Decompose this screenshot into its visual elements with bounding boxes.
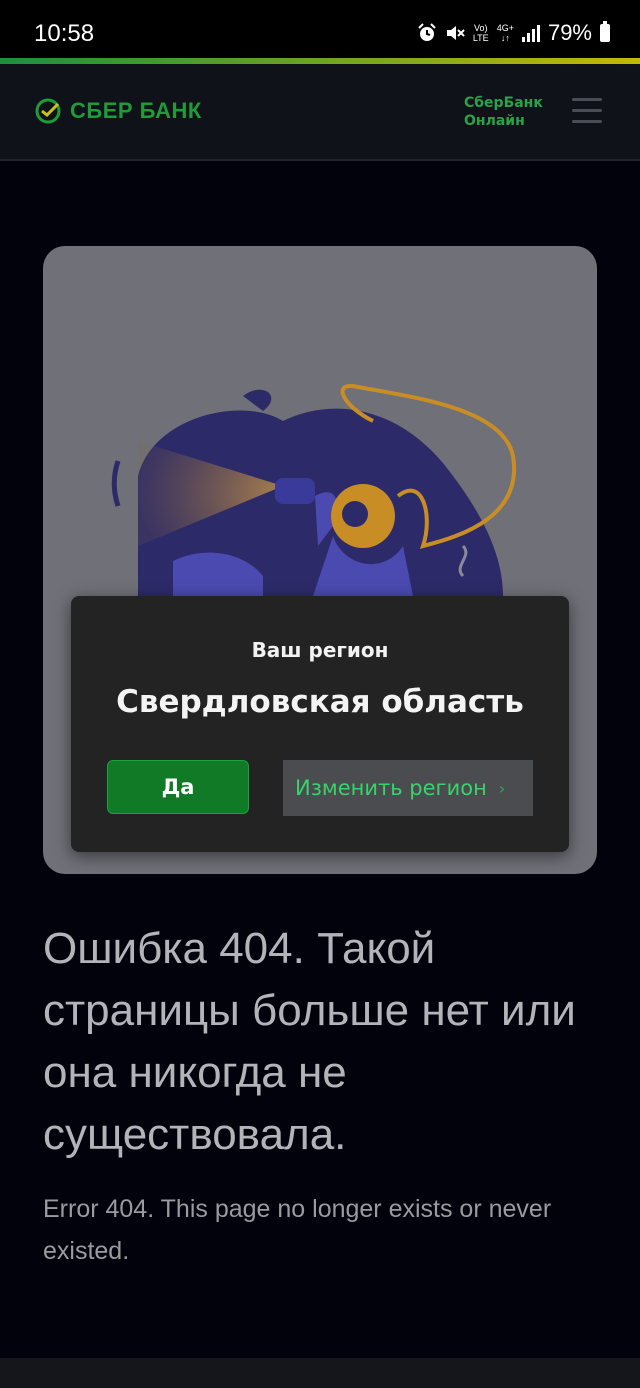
change-region-button[interactable]: Изменить регион › — [283, 760, 533, 816]
status-time: 10:58 — [34, 20, 95, 47]
battery-percent: 79% — [547, 20, 592, 45]
volte-indicator: Vo) LTE — [472, 23, 489, 43]
status-icons: Vo) LTE 4G+ ↓↑ 79% — [417, 20, 610, 46]
region-dialog-subtitle: Ваш регион — [251, 638, 389, 662]
alarm-icon — [418, 23, 436, 41]
hamburger-menu-icon[interactable] — [572, 98, 602, 124]
footer-strip — [0, 1358, 640, 1388]
sber-logo-icon — [35, 98, 61, 124]
sber-logo[interactable]: СБЕР БАНК — [34, 97, 202, 125]
region-name: Свердловская область — [116, 684, 524, 720]
error-title: Ошибка 404. Такой страницы больше нет ил… — [43, 924, 576, 1159]
signal-icon — [521, 24, 540, 42]
mute-icon — [446, 26, 465, 40]
status-bar: 10:58 Vo) LTE 4G+ ↓↑ 79% — [0, 0, 640, 62]
error-subtitle: Error 404. This page no longer exists or… — [43, 1195, 552, 1265]
battery-icon — [600, 21, 610, 42]
region-dialog: Ваш регион Свердловская область Да Измен… — [71, 596, 569, 852]
logo-text: СБЕР БАНК — [70, 98, 202, 123]
site-header: СБЕР БАНК СберБанк Онлайн — [0, 64, 640, 161]
chevron-right-icon: › — [498, 778, 506, 798]
confirm-region-button[interactable]: Да — [107, 760, 249, 814]
4g-indicator: 4G+ ↓↑ — [496, 23, 514, 43]
sberbank-online-link[interactable]: СберБанк Онлайн — [464, 94, 543, 130]
